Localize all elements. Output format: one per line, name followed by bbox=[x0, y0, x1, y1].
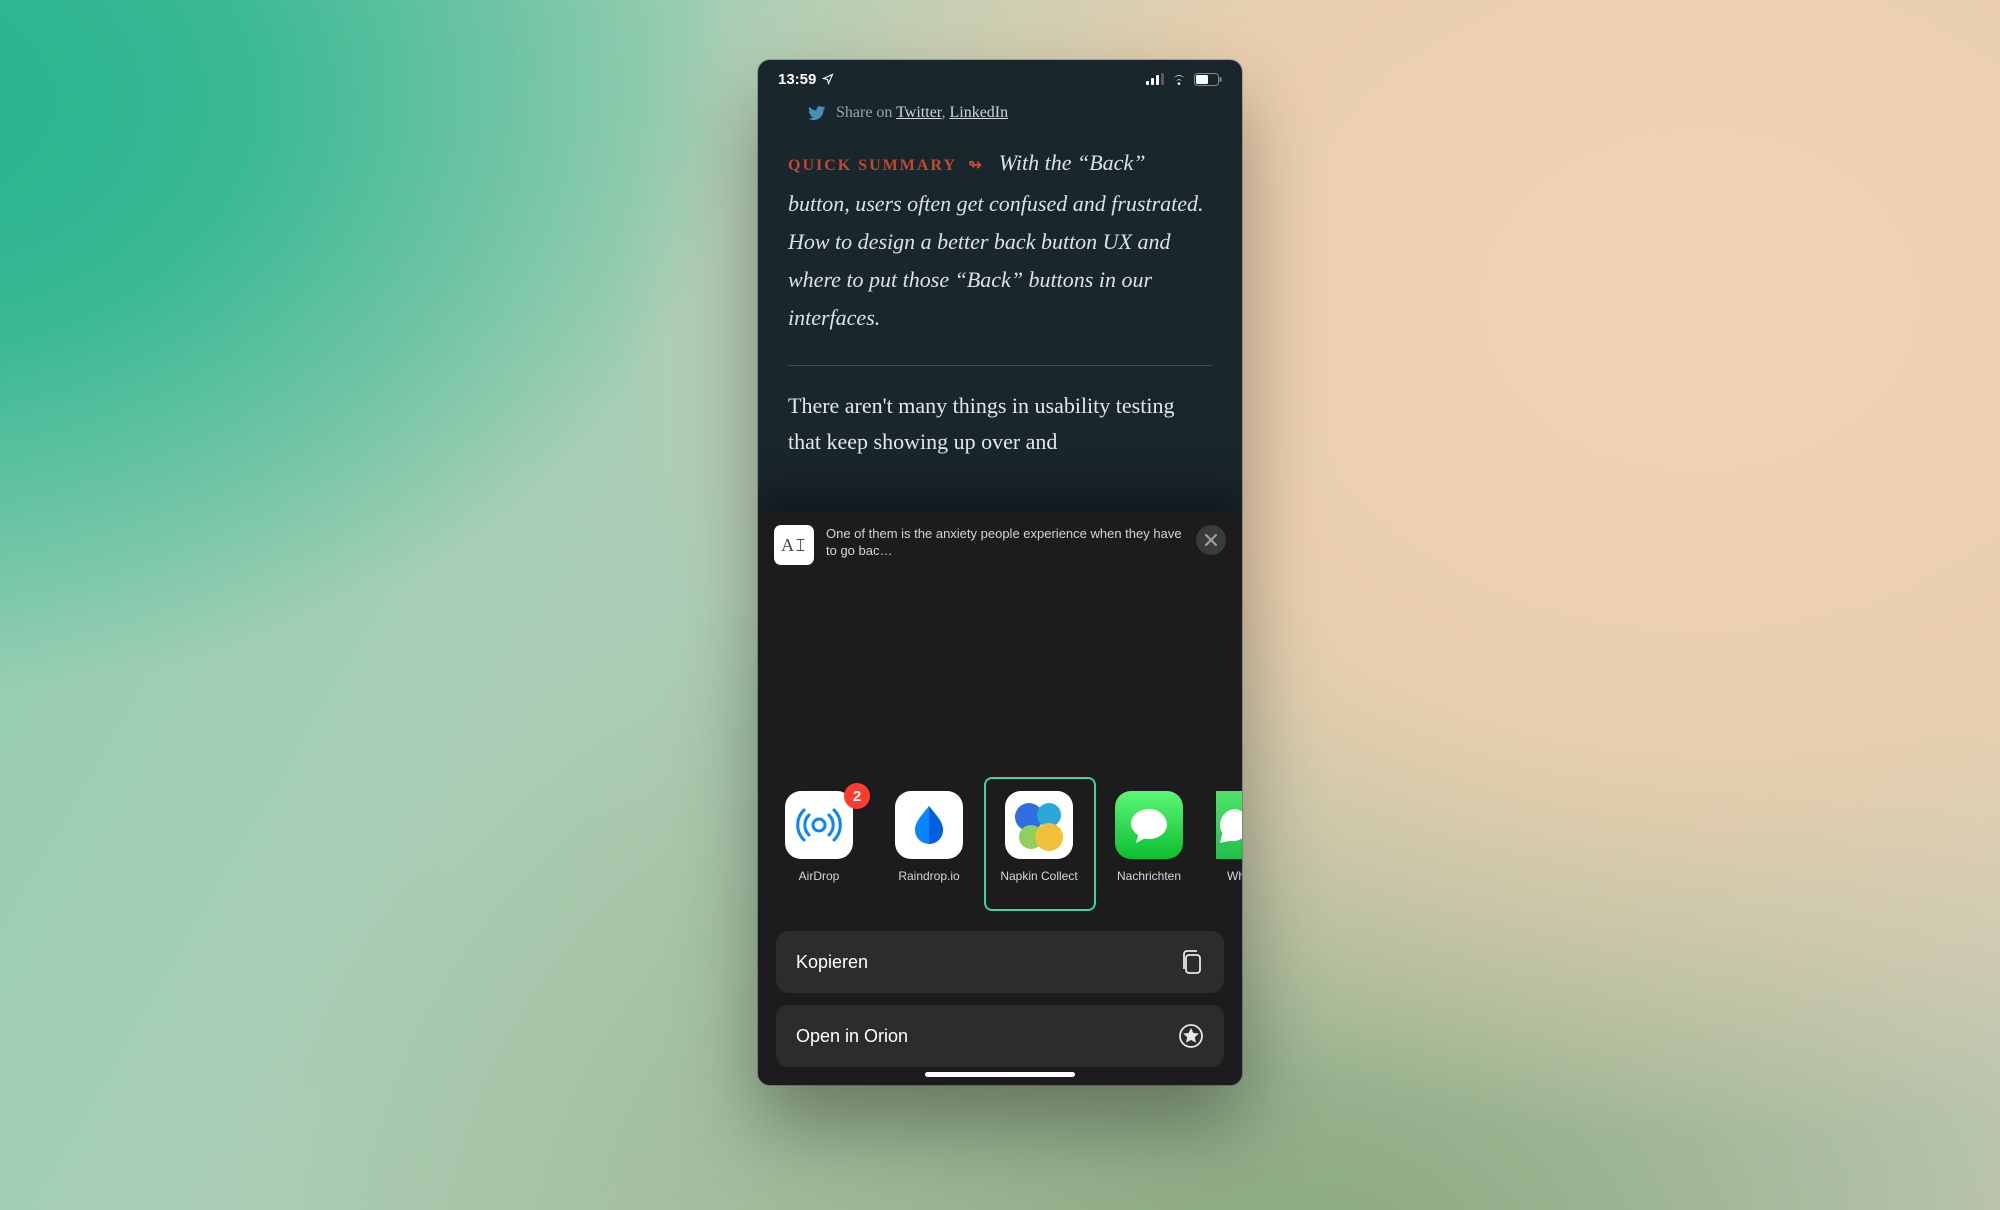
share-text: Share on Twitter, LinkedIn bbox=[836, 104, 1008, 122]
home-indicator[interactable] bbox=[925, 1072, 1075, 1077]
action-copy[interactable]: Kopieren bbox=[776, 931, 1224, 993]
divider bbox=[788, 365, 1212, 366]
napkin-icon bbox=[1005, 791, 1073, 859]
airdrop-icon bbox=[785, 791, 853, 859]
app-label: Nachrichten bbox=[1117, 869, 1181, 883]
share-sheet[interactable]: A𝙸 One of them is the anxiety people exp… bbox=[758, 511, 1242, 1085]
action-label: Kopieren bbox=[796, 952, 868, 973]
app-raindrop[interactable]: Raindrop.io bbox=[886, 791, 972, 883]
phone-screenshot: 13:59 Share on Twitter, Lin bbox=[758, 60, 1242, 1085]
copy-icon bbox=[1180, 949, 1204, 975]
wifi-icon bbox=[1170, 73, 1188, 85]
whatsapp-icon bbox=[1216, 791, 1242, 859]
share-preview-text: One of them is the anxiety people experi… bbox=[826, 525, 1184, 559]
airdrop-badge: 2 bbox=[844, 783, 870, 809]
app-messages[interactable]: Nachrichten bbox=[1106, 791, 1192, 883]
app-label: AirDrop bbox=[799, 869, 840, 883]
quick-summary-label: QUICK SUMMARY ↬ bbox=[788, 157, 988, 174]
close-button[interactable] bbox=[1196, 525, 1226, 555]
action-label: Open in Orion bbox=[796, 1026, 908, 1047]
share-twitter-link[interactable]: Twitter bbox=[896, 104, 941, 121]
share-actions-list: Kopieren Open in Orion bbox=[776, 931, 1224, 1067]
share-linkedin-link[interactable]: LinkedIn bbox=[949, 104, 1008, 121]
app-label: Napkin Collect bbox=[1000, 869, 1077, 883]
app-napkin-collect[interactable]: Napkin Collect bbox=[996, 791, 1082, 883]
app-label: Raindrop.io bbox=[898, 869, 959, 883]
article-body-snippet: There aren't many things in usability te… bbox=[788, 388, 1212, 460]
battery-icon bbox=[1194, 73, 1222, 86]
app-label: Wh bbox=[1227, 869, 1242, 883]
action-open-in-orion[interactable]: Open in Orion bbox=[776, 1005, 1224, 1067]
orion-icon bbox=[1178, 1023, 1204, 1049]
share-source-thumbnail: A𝙸 bbox=[774, 525, 814, 565]
status-bar: 13:59 bbox=[758, 60, 1242, 98]
status-time: 13:59 bbox=[778, 71, 816, 88]
share-app-row[interactable]: 2 AirDrop Raindrop.io bbox=[758, 791, 1242, 883]
quick-summary: QUICK SUMMARY ↬ With the “Back” button, … bbox=[788, 144, 1212, 337]
article-content: Share on Twitter, LinkedIn QUICK SUMMARY… bbox=[758, 98, 1242, 460]
app-airdrop[interactable]: 2 AirDrop bbox=[776, 791, 862, 883]
close-icon bbox=[1204, 533, 1218, 547]
share-sheet-header: A𝙸 One of them is the anxiety people exp… bbox=[758, 511, 1242, 571]
share-bar: Share on Twitter, LinkedIn bbox=[808, 104, 1212, 122]
app-whatsapp-partial[interactable]: Wh bbox=[1216, 791, 1242, 883]
location-arrow-icon bbox=[822, 73, 834, 85]
raindrop-icon bbox=[895, 791, 963, 859]
messages-icon bbox=[1115, 791, 1183, 859]
arrow-loop-icon: ↬ bbox=[968, 157, 981, 174]
cellular-icon bbox=[1146, 73, 1164, 85]
twitter-icon bbox=[808, 104, 826, 122]
